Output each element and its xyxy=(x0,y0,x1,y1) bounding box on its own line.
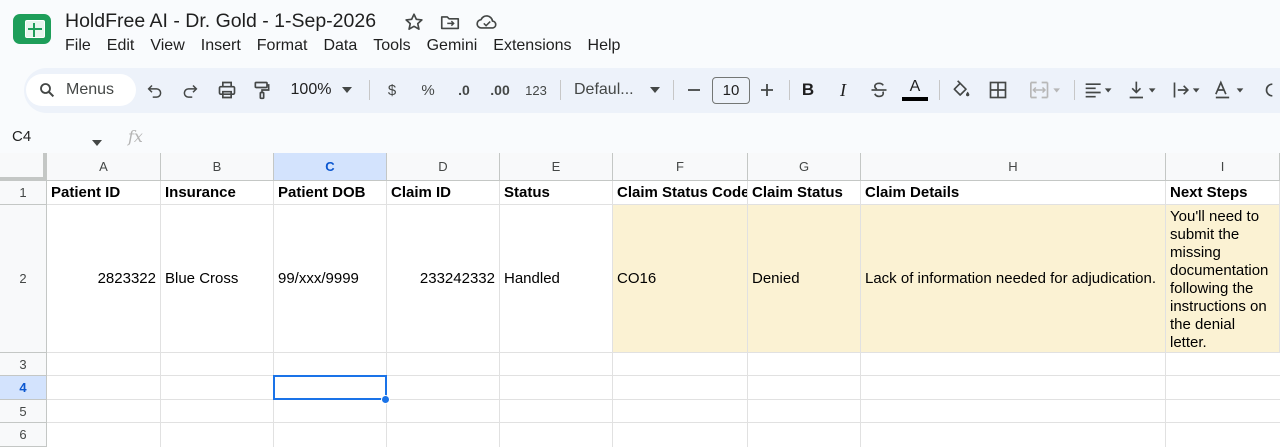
search-icon xyxy=(40,83,55,98)
more-tools-icon[interactable] xyxy=(1262,78,1276,102)
menu-insert[interactable]: Insert xyxy=(193,36,249,58)
sheets-logo[interactable] xyxy=(13,14,51,44)
text-color-swatch xyxy=(902,97,928,101)
toolbar-divider xyxy=(369,80,370,100)
percent-format-button[interactable]: % xyxy=(417,78,439,102)
selected-cell-c4[interactable] xyxy=(273,375,387,400)
cell-claim-status-code[interactable]: CO16 xyxy=(613,205,748,353)
empty-rows xyxy=(47,353,1280,447)
cloud-saved-icon[interactable] xyxy=(475,11,497,33)
menus-search-button[interactable]: Menus xyxy=(26,74,136,106)
more-formats-button[interactable]: 123 xyxy=(523,78,549,102)
merge-cells-icon[interactable] xyxy=(1024,78,1066,102)
italic-button[interactable]: I xyxy=(832,78,854,102)
zoom-dropdown-icon[interactable] xyxy=(340,78,354,102)
header-cell-status[interactable]: Status xyxy=(500,181,613,205)
cell-claim-id[interactable]: 233242332 xyxy=(387,205,500,353)
cell-next-steps[interactable]: You'll need to submit the missing docume… xyxy=(1166,205,1280,353)
decrease-font-size-icon[interactable] xyxy=(684,78,704,102)
menu-bar: File Edit View Insert Format Data Tools … xyxy=(57,36,628,58)
column-header-a[interactable]: A xyxy=(47,153,161,181)
formula-input[interactable] xyxy=(160,126,1260,148)
column-header-b[interactable]: B xyxy=(161,153,274,181)
decrease-decimal-button[interactable]: .0 xyxy=(451,78,477,102)
print-icon[interactable] xyxy=(216,78,238,102)
header-cell-insurance[interactable]: Insurance xyxy=(161,181,274,205)
cell-claim-status[interactable]: Denied xyxy=(748,205,861,353)
name-box-dropdown-icon[interactable] xyxy=(92,133,102,151)
menu-view[interactable]: View xyxy=(142,36,192,58)
header-cell-patient-id[interactable]: Patient ID xyxy=(47,181,161,205)
header-cell-claim-details[interactable]: Claim Details xyxy=(861,181,1166,205)
font-size-input[interactable]: 10 xyxy=(712,77,750,104)
row-header-3[interactable]: 3 xyxy=(0,353,47,376)
font-dropdown-icon[interactable] xyxy=(648,78,662,102)
column-header-e[interactable]: E xyxy=(500,153,613,181)
zoom-select[interactable]: 100% xyxy=(286,78,336,102)
toolbar-divider xyxy=(1074,80,1075,100)
fx-icon: fx xyxy=(128,127,143,146)
name-box[interactable]: C4 xyxy=(12,128,31,145)
document-title[interactable]: HoldFree AI - Dr. Gold - 1-Sep-2026 xyxy=(65,10,376,33)
header-cell-patient-dob[interactable]: Patient DOB xyxy=(274,181,387,205)
cell-claim-details[interactable]: Lack of information needed for adjudicat… xyxy=(861,205,1166,353)
text-wrapping-icon[interactable] xyxy=(1168,78,1206,102)
sheets-logo-page xyxy=(25,20,45,38)
toolbar-divider xyxy=(673,80,674,100)
star-icon[interactable] xyxy=(403,11,425,33)
currency-format-button[interactable]: $ xyxy=(382,78,402,102)
cell-insurance[interactable]: Blue Cross xyxy=(161,205,274,353)
menu-edit[interactable]: Edit xyxy=(99,36,143,58)
spreadsheet-grid: A B C D E F G H I 1 2 3 4 5 6 Patient ID… xyxy=(0,153,1280,447)
column-header-g[interactable]: G xyxy=(748,153,861,181)
menus-label: Menus xyxy=(66,81,115,98)
row-header-5[interactable]: 5 xyxy=(0,400,47,423)
menu-data[interactable]: Data xyxy=(315,36,365,58)
header-cell-next-steps[interactable]: Next Steps xyxy=(1166,181,1280,205)
menu-tools[interactable]: Tools xyxy=(365,36,418,58)
text-color-glyph: A xyxy=(909,78,921,95)
horizontal-align-icon[interactable] xyxy=(1080,78,1118,102)
header-cell-claim-status[interactable]: Claim Status xyxy=(748,181,861,205)
menu-help[interactable]: Help xyxy=(580,36,629,58)
row-header-4[interactable]: 4 xyxy=(0,376,47,400)
strikethrough-icon[interactable] xyxy=(867,78,891,102)
header-cell-claim-id[interactable]: Claim ID xyxy=(387,181,500,205)
column-header-d[interactable]: D xyxy=(387,153,500,181)
column-header-h[interactable]: H xyxy=(861,153,1166,181)
vertical-align-icon[interactable] xyxy=(1124,78,1162,102)
bold-button[interactable]: B xyxy=(797,78,819,102)
select-all-corner[interactable] xyxy=(0,153,47,181)
menu-gemini[interactable]: Gemini xyxy=(419,36,486,58)
increase-font-size-icon[interactable] xyxy=(757,78,777,102)
column-header-i[interactable]: I xyxy=(1166,153,1280,181)
column-header-c[interactable]: C xyxy=(274,153,387,181)
toolbar-divider xyxy=(560,80,561,100)
text-color-button[interactable]: A xyxy=(902,78,928,102)
borders-icon[interactable] xyxy=(986,78,1010,102)
menu-format[interactable]: Format xyxy=(249,36,316,58)
menu-file[interactable]: File xyxy=(57,36,99,58)
increase-decimal-button[interactable]: .00 xyxy=(486,78,514,102)
cell-patient-id[interactable]: 2823322 xyxy=(47,205,161,353)
font-select[interactable]: Defaul... xyxy=(574,78,646,102)
toolbar-divider xyxy=(789,80,790,100)
fill-handle[interactable] xyxy=(381,395,390,404)
redo-icon[interactable] xyxy=(179,78,201,102)
fill-color-icon[interactable] xyxy=(949,78,973,102)
column-header-f[interactable]: F xyxy=(613,153,748,181)
text-rotation-icon[interactable] xyxy=(1210,78,1250,102)
move-to-folder-icon[interactable] xyxy=(439,11,461,33)
toolbar: Menus 100% $ % .0 .00 123 Defaul... 10 B… xyxy=(24,68,1280,113)
cell-status[interactable]: Handled xyxy=(500,205,613,353)
row-header-6[interactable]: 6 xyxy=(0,423,47,447)
row-header-2[interactable]: 2 xyxy=(0,205,47,353)
row-header-1[interactable]: 1 xyxy=(0,181,47,205)
undo-icon[interactable] xyxy=(144,78,166,102)
cell-patient-dob[interactable]: 99/xxx/9999 xyxy=(274,205,387,353)
menu-extensions[interactable]: Extensions xyxy=(485,36,579,58)
paint-format-icon[interactable] xyxy=(251,78,273,102)
toolbar-divider xyxy=(939,80,940,100)
header-cell-claim-status-code[interactable]: Claim Status Code xyxy=(613,181,748,205)
